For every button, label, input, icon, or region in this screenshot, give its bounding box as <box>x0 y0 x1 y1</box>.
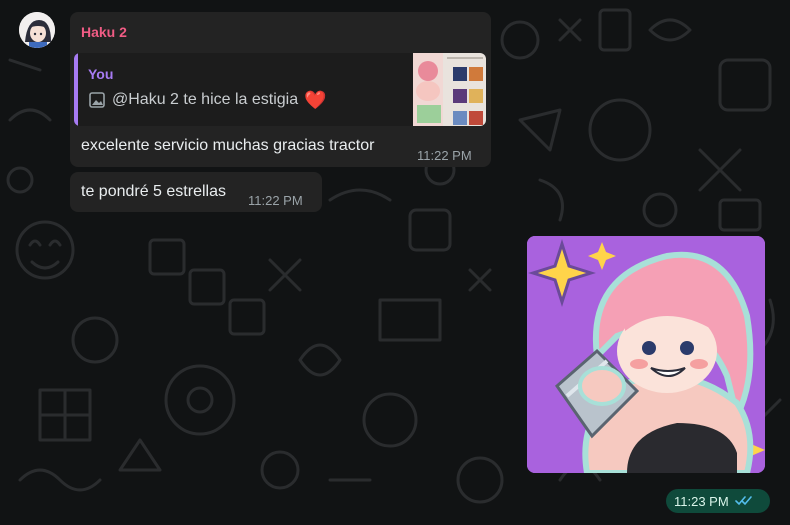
quoted-message[interactable]: You @Haku 2 te hice la estigia ❤️ <box>74 53 486 126</box>
message-text-2: te pondré 5 estrellas <box>81 183 226 200</box>
sender-name[interactable]: Haku 2 <box>81 24 127 40</box>
message-time-2: 11:22 PM <box>248 193 303 208</box>
sticker-image <box>527 236 765 473</box>
image-icon <box>89 92 105 108</box>
quote-author: You <box>88 66 114 82</box>
quote-thumbnail-image <box>413 53 486 126</box>
sender-avatar[interactable] <box>19 12 55 48</box>
outgoing-image-message[interactable] <box>527 236 765 473</box>
incoming-message-bubble-2[interactable]: te pondré 5 estrellas 11:22 PM <box>70 172 322 212</box>
avatar-image <box>19 12 55 48</box>
message-time: 11:22 PM <box>417 148 472 163</box>
incoming-message-bubble[interactable]: Haku 2 You @Haku 2 te hice la estigia ❤️ <box>70 12 491 167</box>
outgoing-time-badge: 11:23 PM <box>666 489 770 513</box>
quote-content: @Haku 2 te hice la estigia ❤️ <box>88 91 327 109</box>
message-text: excelente servicio muchas gracias tracto… <box>81 137 375 154</box>
outgoing-message-time: 11:23 PM <box>674 493 729 509</box>
double-check-icon <box>734 496 752 506</box>
heart-emoji: ❤️ <box>304 90 327 110</box>
quote-text: @Haku 2 te hice la estigia <box>112 91 299 108</box>
quote-accent-bar <box>74 53 78 126</box>
